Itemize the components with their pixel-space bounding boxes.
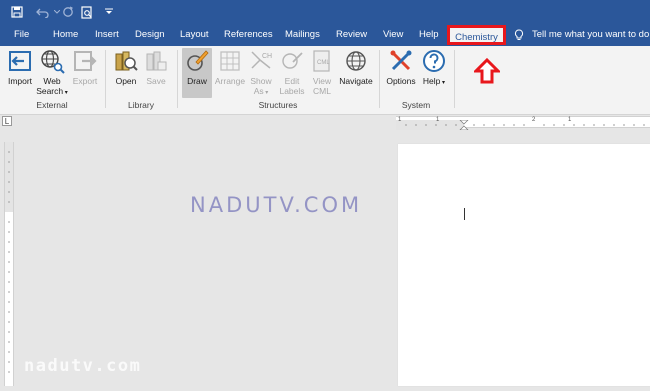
- import-icon: [7, 48, 33, 74]
- vruler-ticks: [5, 142, 13, 373]
- text-cursor: [464, 208, 465, 220]
- save-label: Save: [146, 76, 166, 86]
- import-button[interactable]: Import: [5, 48, 35, 86]
- view-cml-button[interactable]: CML View CML: [309, 48, 335, 96]
- navigate-button[interactable]: Navigate: [337, 48, 375, 86]
- ribbon-tabs: File Home Insert Design Layout Reference…: [0, 24, 650, 46]
- horizontal-ruler[interactable]: 1 1 2 1: [396, 116, 650, 131]
- options-label: Options: [386, 76, 416, 86]
- draw-button[interactable]: Draw: [182, 48, 212, 98]
- show-as-label-1: Show: [250, 76, 272, 86]
- ruler-ticks: [396, 119, 645, 131]
- customize-qat-icon[interactable]: [100, 3, 118, 21]
- export-label: Export: [72, 76, 98, 86]
- save-to-library-button[interactable]: Save: [142, 48, 170, 86]
- tell-me-label: Tell me what you want to do: [532, 29, 650, 40]
- edit-labels-icon: [279, 48, 305, 74]
- ruler-mark-1: 1: [398, 117, 402, 123]
- edit-labels-label-1: Edit: [284, 76, 300, 86]
- navigate-label: Navigate: [339, 76, 373, 86]
- tab-design[interactable]: Design: [135, 24, 165, 46]
- group-label-external: External: [36, 100, 68, 110]
- group-separator: [454, 50, 455, 108]
- ruler-mark-4: 1: [568, 117, 572, 123]
- arrange-grid-icon: [217, 48, 243, 74]
- document-page[interactable]: [398, 144, 650, 386]
- view-cml-label-1: View: [312, 76, 332, 86]
- tab-mailings[interactable]: Mailings: [285, 24, 320, 46]
- draw-label: Draw: [187, 76, 207, 86]
- arrange-label: Arrange: [214, 76, 246, 86]
- navigate-globe-icon: [343, 48, 369, 74]
- svg-text:CH: CH: [262, 53, 272, 60]
- web-search-label-1: Web: [43, 76, 61, 86]
- export-icon: [72, 48, 98, 74]
- show-as-label-2: As ▾: [253, 86, 269, 96]
- globe-search-icon: [39, 48, 65, 74]
- tab-view[interactable]: View: [383, 24, 403, 46]
- open-button[interactable]: Open: [112, 48, 140, 86]
- web-search-label-2: Search ▾: [36, 86, 68, 96]
- quick-access-toolbar: [0, 0, 650, 24]
- show-as-button[interactable]: CH Show As ▾: [248, 48, 274, 98]
- svg-text:CML: CML: [317, 60, 330, 66]
- export-button[interactable]: Export: [70, 48, 100, 86]
- view-cml-label-2: CML: [313, 86, 331, 96]
- open-label: Open: [115, 76, 137, 86]
- tab-layout[interactable]: Layout: [180, 24, 209, 46]
- lightbulb-icon: [514, 28, 524, 41]
- tab-review[interactable]: Review: [336, 24, 367, 46]
- tab-references[interactable]: References: [224, 24, 273, 46]
- group-label-structures: Structures: [258, 100, 298, 110]
- vertical-ruler[interactable]: [4, 142, 14, 386]
- help-question-icon: [421, 48, 447, 74]
- view-cml-icon: CML: [309, 48, 335, 74]
- chemistry-ribbon: Import Web Search ▾ Export External Open…: [0, 46, 650, 115]
- tab-chemistry[interactable]: Chemistry: [447, 25, 506, 45]
- red-arrow-icon: [472, 57, 502, 84]
- ruler-mark-3: 2: [532, 117, 536, 123]
- tab-insert[interactable]: Insert: [95, 24, 119, 46]
- help-label: Help ▾: [422, 76, 446, 86]
- group-label-system: System: [401, 100, 431, 110]
- tab-file[interactable]: File: [14, 24, 29, 46]
- watermark-bottom: nadutv.com: [24, 356, 142, 376]
- import-label: Import: [7, 76, 33, 86]
- watermark-center: NADUTV.COM: [190, 193, 363, 217]
- print-preview-icon[interactable]: [78, 3, 96, 21]
- chem-help-button[interactable]: Help ▾: [420, 48, 448, 88]
- save-library-icon: [143, 48, 169, 74]
- tab-selector[interactable]: L: [2, 116, 12, 126]
- draw-pencil-icon: [184, 48, 210, 74]
- tab-home[interactable]: Home: [53, 24, 78, 46]
- edit-labels-label-2: Labels: [279, 86, 305, 96]
- web-search-button[interactable]: Web Search ▾: [36, 48, 68, 98]
- tell-me-search[interactable]: Tell me what you want to do: [514, 24, 649, 46]
- redo-icon[interactable]: [59, 3, 77, 21]
- save-icon[interactable]: [8, 3, 26, 21]
- options-button[interactable]: Options: [385, 48, 417, 86]
- options-tools-icon: [388, 48, 414, 74]
- ruler-mark-2: 1: [436, 117, 440, 123]
- edit-labels-button[interactable]: Edit Labels: [277, 48, 307, 96]
- tab-help[interactable]: Help: [419, 24, 439, 46]
- open-library-icon: [113, 48, 139, 74]
- show-as-icon: CH: [248, 48, 274, 74]
- group-label-library: Library: [128, 100, 154, 110]
- arrange-button[interactable]: Arrange: [214, 48, 246, 86]
